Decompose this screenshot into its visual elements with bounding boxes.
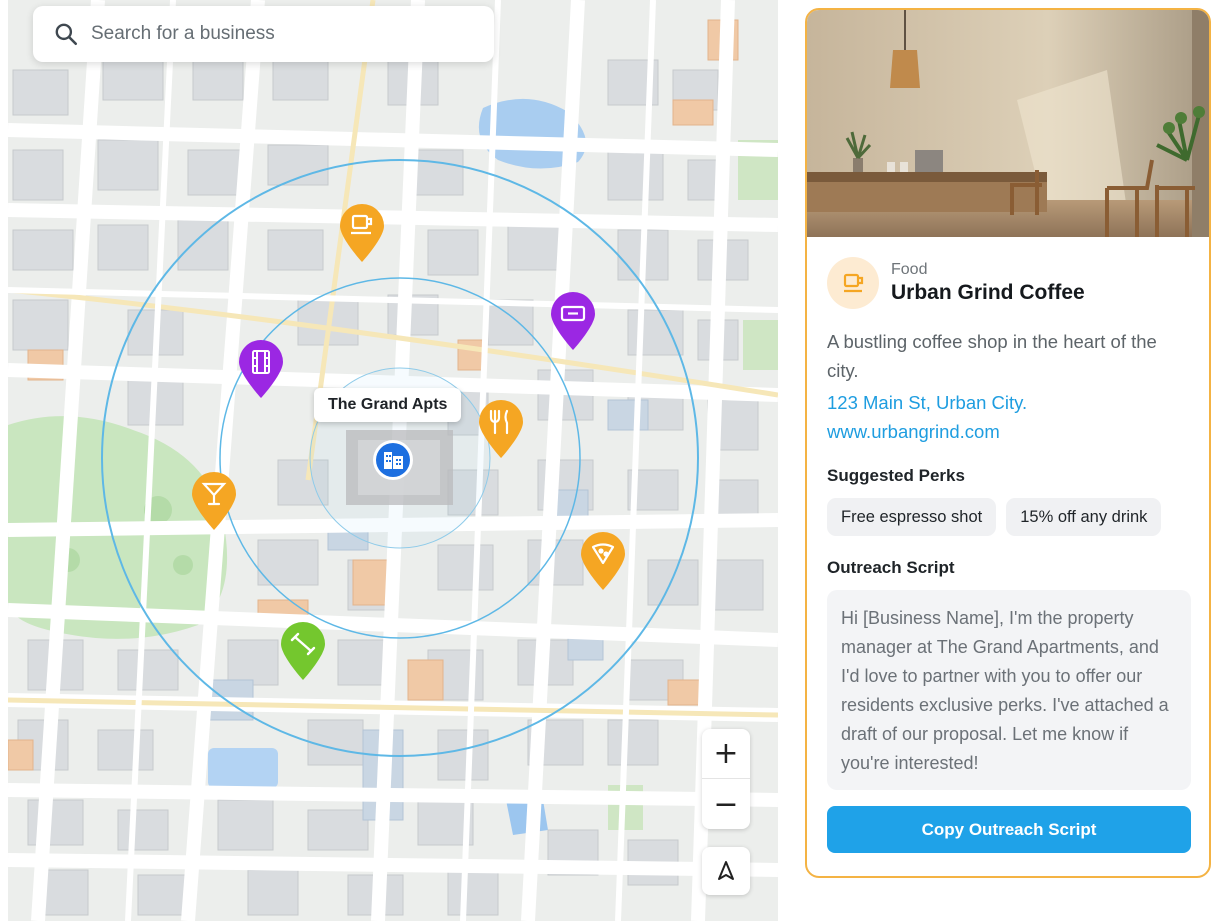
business-address-link[interactable]: 123 Main St, Urban City. [827, 388, 1189, 417]
property-label: The Grand Apts [314, 388, 462, 422]
zoom-controls: + − [702, 729, 750, 829]
business-card: Food Urban Grind Coffee A bustling coffe… [805, 8, 1211, 878]
pizza-pin[interactable] [578, 530, 628, 592]
navigation-arrow-icon [718, 861, 734, 880]
ticket-pin[interactable] [548, 290, 598, 352]
business-photo [807, 10, 1209, 237]
perks-list: Free espresso shot 15% off any drink [827, 498, 1189, 536]
search-bar[interactable] [33, 6, 494, 62]
perk-chip[interactable]: Free espresso shot [827, 498, 997, 536]
business-website-link[interactable]: www.urbangrind.com [827, 417, 1189, 446]
coffee-pin[interactable] [337, 202, 387, 264]
business-header: Food Urban Grind Coffee [827, 257, 1189, 309]
copy-outreach-script-button[interactable]: Copy Outreach Script [827, 806, 1191, 853]
outreach-script-text[interactable]: Hi [Business Name], I'm the property man… [827, 590, 1191, 790]
coffee-cup-icon [843, 273, 864, 293]
fitness-pin[interactable] [278, 620, 328, 682]
outreach-script-heading: Outreach Script [827, 558, 955, 577]
category-badge [827, 257, 879, 309]
search-icon [55, 23, 78, 46]
search-input[interactable] [91, 23, 494, 45]
map-view[interactable]: The Grand Apts + − [8, 0, 778, 921]
zoom-out-button[interactable]: − [702, 779, 750, 829]
perks-heading: Suggested Perks [827, 466, 965, 485]
perk-chip[interactable]: 15% off any drink [1006, 498, 1162, 536]
business-details: Food Urban Grind Coffee A bustling coffe… [807, 237, 1209, 853]
business-name: Urban Grind Coffee [891, 281, 1085, 304]
zoom-in-button[interactable]: + [702, 729, 750, 779]
business-description: A bustling coffee shop in the heart of t… [827, 331, 1157, 381]
app-root: The Grand Apts + − [0, 0, 1222, 921]
property-marker[interactable] [371, 438, 415, 482]
locate-button[interactable] [702, 847, 750, 895]
restaurant-pin[interactable] [476, 398, 526, 460]
bar-pin[interactable] [189, 470, 239, 532]
business-category: Food [891, 261, 928, 278]
cinema-pin[interactable] [236, 338, 286, 400]
